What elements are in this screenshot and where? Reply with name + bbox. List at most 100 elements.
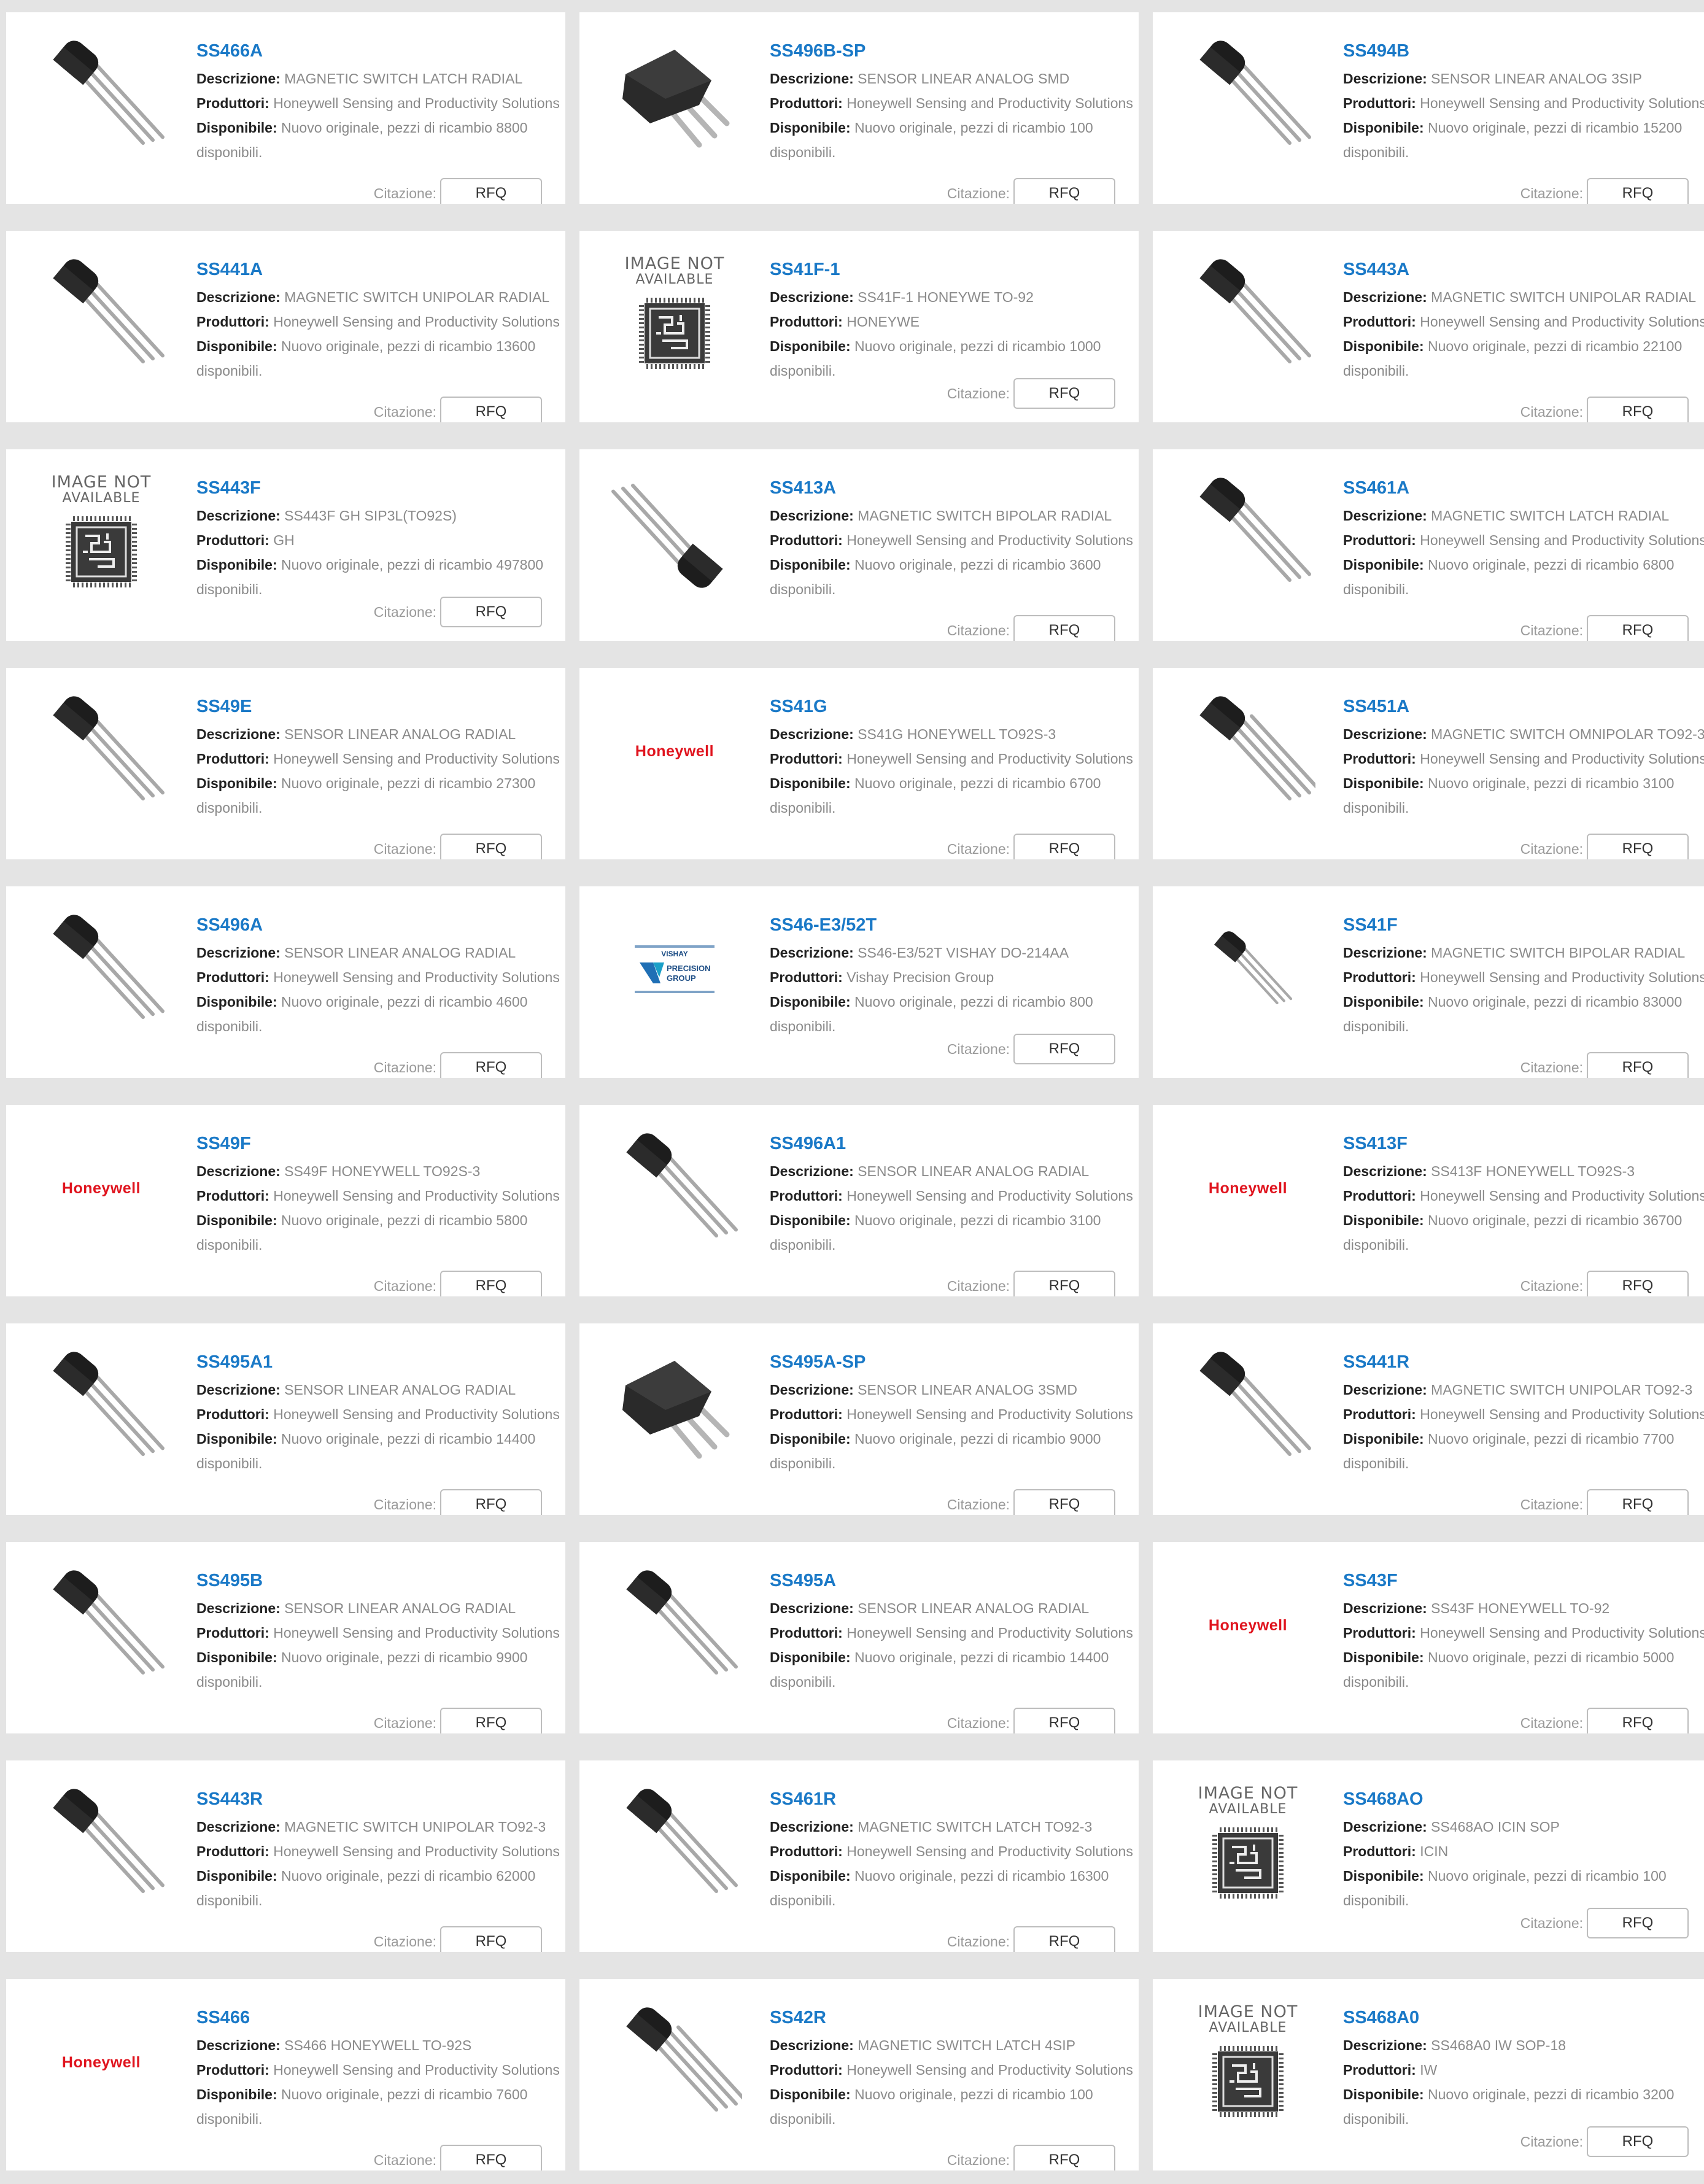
to92-sensor-image[interactable]	[1177, 690, 1319, 813]
honeywell-logo[interactable]: Honeywell	[1177, 1564, 1319, 1687]
rfq-button[interactable]: RFQ	[1587, 615, 1689, 641]
part-number-link[interactable]: SS495A1	[196, 1352, 565, 1373]
rfq-button[interactable]: RFQ	[440, 1926, 542, 1952]
honeywell-logo[interactable]: Honeywell	[1177, 1127, 1319, 1250]
part-number-link[interactable]: SS443F	[196, 478, 565, 498]
image-not-available-icon[interactable]: IMAGE NOT AVAILABLE	[604, 253, 745, 376]
to92-sensor-image[interactable]	[604, 1127, 745, 1250]
to92-sensor-image[interactable]	[1177, 1346, 1319, 1468]
part-number-link[interactable]: SS443A	[1343, 259, 1704, 280]
part-number-link[interactable]: SS495A	[770, 1570, 1139, 1591]
to92-sensor-image[interactable]	[1177, 253, 1319, 376]
part-number-link[interactable]: SS43F	[1343, 1570, 1704, 1591]
to92-sensor-image[interactable]	[31, 1346, 172, 1468]
rfq-button[interactable]: RFQ	[1013, 1489, 1115, 1515]
rfq-button[interactable]: RFQ	[1587, 1052, 1689, 1078]
to92-sensor-image[interactable]	[1177, 908, 1319, 1031]
rfq-button[interactable]: RFQ	[1013, 1034, 1115, 1064]
quote-area: Citazione: RFQ	[1520, 834, 1689, 859]
vishay-logo[interactable]: VISHAY PRECISION GROUP	[604, 908, 745, 1031]
part-number-link[interactable]: SS42R	[770, 2007, 1139, 2028]
rfq-button[interactable]: RFQ	[1587, 1708, 1689, 1733]
rfq-button[interactable]: RFQ	[1587, 1489, 1689, 1515]
part-number-link[interactable]: SS496A	[196, 915, 565, 935]
rfq-button[interactable]: RFQ	[1587, 834, 1689, 859]
rfq-button[interactable]: RFQ	[1587, 1271, 1689, 1296]
image-not-available-icon[interactable]: IMAGE NOT AVAILABLE	[31, 471, 172, 594]
rfq-button[interactable]: RFQ	[1013, 1271, 1115, 1296]
part-number-link[interactable]: SS443R	[196, 1789, 565, 1810]
rfq-button[interactable]: RFQ	[1013, 1708, 1115, 1733]
rfq-button[interactable]: RFQ	[1587, 397, 1689, 422]
to92-sensor-image[interactable]	[31, 1564, 172, 1687]
part-number-link[interactable]: SS413A	[770, 478, 1139, 498]
smd-sensor-image[interactable]	[604, 34, 745, 157]
rfq-button[interactable]: RFQ	[440, 1708, 542, 1733]
manufacturer-line: Produttori: Honeywell Sensing and Produc…	[770, 746, 1139, 771]
rfq-button[interactable]: RFQ	[1013, 178, 1115, 204]
to92-sensor-image[interactable]	[604, 471, 745, 594]
manufacturer-line: Produttori: Honeywell Sensing and Produc…	[770, 1621, 1139, 1645]
rfq-button[interactable]: RFQ	[1013, 1926, 1115, 1952]
to92-sensor-image[interactable]	[604, 1783, 745, 1905]
to92-sensor-image[interactable]	[604, 2001, 745, 2124]
part-number-link[interactable]: SS49E	[196, 696, 565, 717]
quote-area: Citazione: RFQ	[947, 2145, 1115, 2170]
part-number-link[interactable]: SS466A	[196, 41, 565, 61]
rfq-button[interactable]: RFQ	[440, 834, 542, 859]
rfq-button[interactable]: RFQ	[1013, 834, 1115, 859]
part-number-link[interactable]: SS441A	[196, 259, 565, 280]
rfq-button[interactable]: RFQ	[440, 1271, 542, 1296]
rfq-button[interactable]: RFQ	[1587, 178, 1689, 204]
rfq-button[interactable]: RFQ	[440, 1052, 542, 1078]
rfq-button[interactable]: RFQ	[440, 397, 542, 422]
rfq-button[interactable]: RFQ	[440, 2145, 542, 2170]
part-number-link[interactable]: SS468AO	[1343, 1789, 1704, 1810]
to92-sensor-image[interactable]	[1177, 34, 1319, 157]
part-number-link[interactable]: SS461A	[1343, 478, 1704, 498]
rfq-button[interactable]: RFQ	[1013, 615, 1115, 641]
part-number-link[interactable]: SS41F	[1343, 915, 1704, 935]
image-not-available-icon[interactable]: IMAGE NOT AVAILABLE	[1177, 1783, 1319, 1905]
quote-area: Citazione: RFQ	[947, 1271, 1115, 1296]
part-number-link[interactable]: SS461R	[770, 1789, 1139, 1810]
rfq-button[interactable]: RFQ	[1013, 2145, 1115, 2170]
product-info: SS461R Descrizione: MAGNETIC SWITCH LATC…	[770, 1789, 1139, 1913]
rfq-button[interactable]: RFQ	[1587, 2126, 1689, 2157]
rfq-button[interactable]: RFQ	[1013, 378, 1115, 409]
part-number-link[interactable]: SS451A	[1343, 696, 1704, 717]
to92-sensor-image[interactable]	[31, 908, 172, 1031]
to92-sensor-image[interactable]	[31, 253, 172, 376]
to92-sensor-image[interactable]	[604, 1564, 745, 1687]
to92-sensor-image[interactable]	[31, 34, 172, 157]
product-info: SS441A Descrizione: MAGNETIC SWITCH UNIP…	[196, 259, 565, 383]
image-not-available-icon[interactable]: IMAGE NOT AVAILABLE	[1177, 2001, 1319, 2124]
smd-sensor-image[interactable]	[604, 1346, 745, 1468]
manufacturer-label: Produttori:	[196, 314, 269, 330]
part-number-link[interactable]: SS495A-SP	[770, 1352, 1139, 1373]
honeywell-logo[interactable]: Honeywell	[31, 1127, 172, 1250]
availability-label: Disponibile:	[770, 557, 851, 573]
part-number-link[interactable]: SS495B	[196, 1570, 565, 1591]
part-number-link[interactable]: SS49F	[196, 1133, 565, 1154]
honeywell-logo[interactable]: Honeywell	[604, 690, 745, 813]
rfq-button[interactable]: RFQ	[440, 1489, 542, 1515]
to92-sensor-image[interactable]	[31, 690, 172, 813]
rfq-button[interactable]: RFQ	[440, 178, 542, 204]
honeywell-logo[interactable]: Honeywell	[31, 2001, 172, 2124]
part-number-link[interactable]: SS41F-1	[770, 259, 1139, 280]
part-number-link[interactable]: SS413F	[1343, 1133, 1704, 1154]
part-number-link[interactable]: SS494B	[1343, 41, 1704, 61]
to92-sensor-image[interactable]	[1177, 471, 1319, 594]
part-number-link[interactable]: SS468A0	[1343, 2007, 1704, 2028]
part-number-link[interactable]: SS466	[196, 2007, 565, 2028]
rfq-button[interactable]: RFQ	[440, 597, 542, 627]
part-number-link[interactable]: SS46-E3/52T	[770, 915, 1139, 935]
product-card: Honeywell SS49F Descrizione: SS49F HONEY…	[6, 1105, 565, 1296]
rfq-button[interactable]: RFQ	[1587, 1908, 1689, 1938]
to92-sensor-image[interactable]	[31, 1783, 172, 1905]
part-number-link[interactable]: SS441R	[1343, 1352, 1704, 1373]
part-number-link[interactable]: SS496B-SP	[770, 41, 1139, 61]
part-number-link[interactable]: SS41G	[770, 696, 1139, 717]
part-number-link[interactable]: SS496A1	[770, 1133, 1139, 1154]
